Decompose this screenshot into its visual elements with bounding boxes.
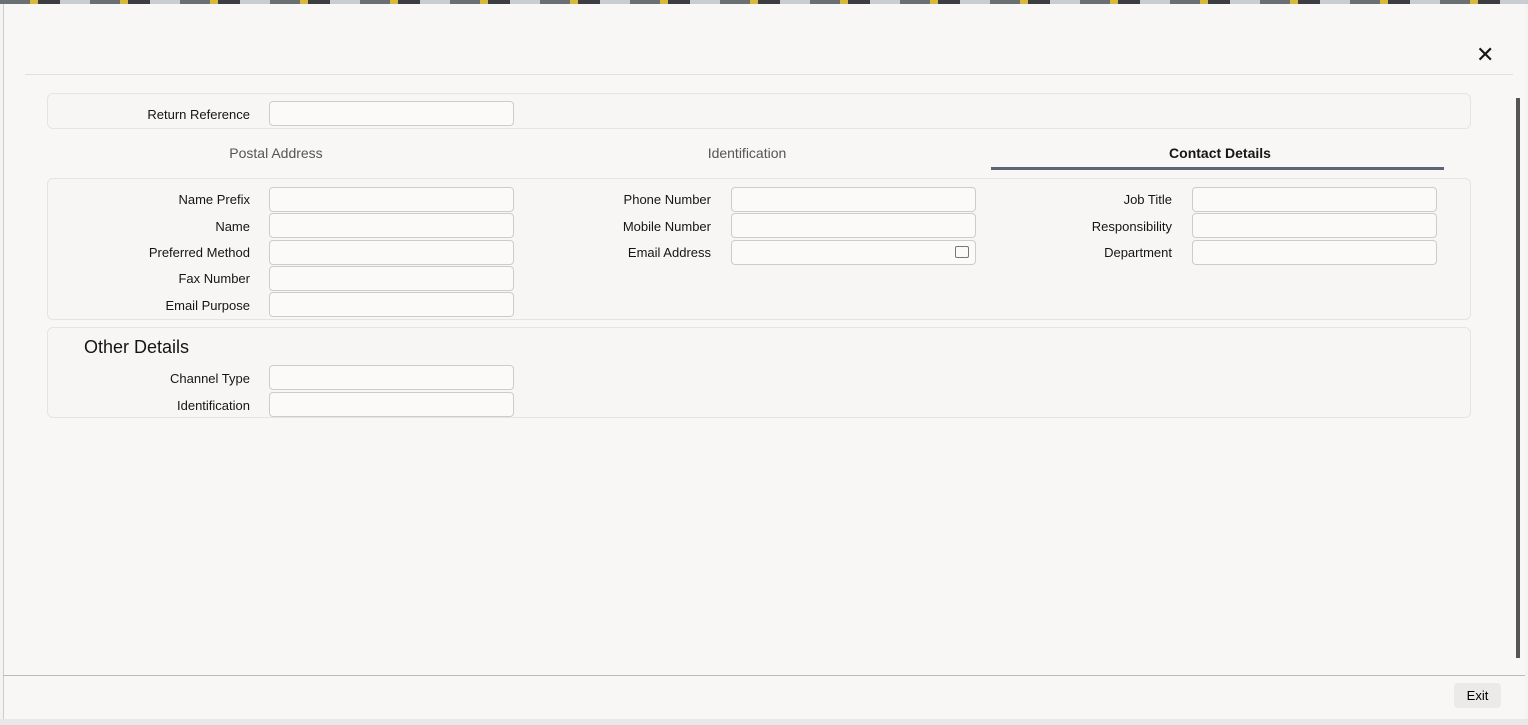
name-label: Name [215, 219, 250, 234]
identification-input[interactable] [269, 392, 514, 417]
scrollbar-thumb[interactable] [1516, 98, 1520, 658]
return-reference-input[interactable] [269, 101, 514, 126]
tab-identification[interactable]: Identification [597, 145, 897, 161]
department-input[interactable] [1192, 240, 1437, 265]
phone-number-input[interactable] [731, 187, 976, 212]
other-details-panel [47, 327, 1471, 418]
mobile-number-label: Mobile Number [622, 219, 711, 234]
preferred-method-label: Preferred Method [148, 245, 250, 260]
return-reference-panel [47, 93, 1471, 129]
identification-label: Identification [177, 398, 250, 413]
email-purpose-label: Email Purpose [165, 298, 250, 313]
footer-divider [3, 675, 1525, 676]
name-prefix-input[interactable] [269, 187, 514, 212]
job-title-label: Job Title [1123, 192, 1172, 207]
comment-icon[interactable] [955, 246, 969, 258]
return-reference-label: Return Reference [147, 107, 250, 122]
preferred-method-input[interactable] [269, 240, 514, 265]
email-address-label: Email Address [627, 245, 711, 260]
phone-number-label: Phone Number [623, 192, 711, 207]
bottom-bar [0, 719, 1528, 725]
channel-type-label: Channel Type [170, 371, 250, 386]
job-title-input[interactable] [1192, 187, 1437, 212]
mobile-number-input[interactable] [731, 213, 976, 238]
active-tab-indicator [991, 167, 1444, 170]
tab-postal-address[interactable]: Postal Address [126, 145, 426, 161]
fax-number-input[interactable] [269, 266, 514, 291]
vertical-scrollbar[interactable] [1514, 88, 1522, 673]
other-details-heading: Other Details [84, 337, 190, 357]
exit-button[interactable]: Exit [1454, 683, 1501, 708]
name-prefix-label: Name Prefix [178, 192, 250, 207]
email-address-input[interactable] [731, 240, 976, 265]
tab-contact-details[interactable]: Contact Details [1070, 145, 1370, 161]
responsibility-label: Responsibility [1091, 219, 1172, 234]
channel-type-input[interactable] [269, 365, 514, 390]
email-purpose-input[interactable] [269, 292, 514, 317]
fax-number-label: Fax Number [178, 271, 250, 286]
header-divider [25, 74, 1513, 75]
close-icon[interactable]: ✕ [1476, 42, 1494, 68]
responsibility-input[interactable] [1192, 213, 1437, 238]
name-input[interactable] [269, 213, 514, 238]
department-label: Department [1104, 245, 1172, 260]
